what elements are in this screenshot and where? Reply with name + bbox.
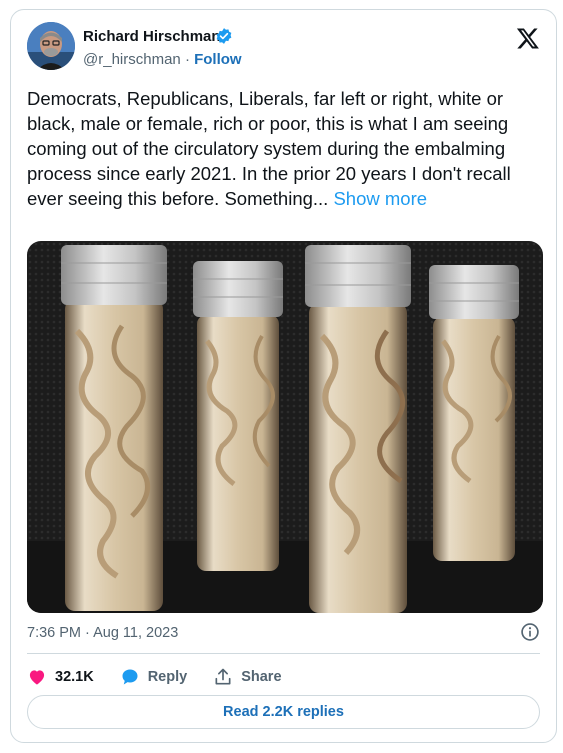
show-more-link[interactable]: Show more	[333, 188, 427, 209]
tweet-timestamp[interactable]: 7:36 PM · Aug 11, 2023	[27, 625, 178, 641]
divider	[27, 653, 540, 654]
tweet-card: Richard Hirschman @r_hirschman · Follow …	[10, 9, 557, 743]
read-replies-button[interactable]: Read 2.2K replies	[27, 695, 540, 729]
reply-label: Reply	[147, 669, 188, 685]
follow-button[interactable]: Follow	[194, 51, 242, 68]
vial-4	[429, 265, 519, 561]
info-icon[interactable]	[520, 622, 540, 642]
reply-bubble-icon	[122, 669, 138, 685]
reply-button[interactable]: Reply	[120, 667, 188, 687]
author-handle-row: @r_hirschman · Follow	[83, 51, 242, 68]
tweet-photo[interactable]	[27, 241, 543, 613]
share-label: Share	[241, 669, 282, 685]
like-button[interactable]: 32.1K	[27, 667, 94, 687]
verified-badge-icon	[216, 28, 232, 44]
separator-dot: ·	[184, 51, 190, 68]
heart-icon	[29, 670, 45, 685]
action-bar: 32.1K Reply Share	[27, 662, 308, 692]
x-logo-icon[interactable]	[516, 26, 540, 50]
vial-3	[305, 245, 411, 613]
tweet-body: Democrats, Republicans, Liberals, far le…	[27, 88, 511, 209]
author-handle[interactable]: @r_hirschman	[83, 51, 181, 68]
vial-1	[61, 245, 167, 611]
share-upload-icon	[215, 668, 231, 685]
vial-2	[193, 261, 283, 571]
like-count: 32.1K	[55, 669, 94, 685]
tweet-text: Democrats, Republicans, Liberals, far le…	[27, 86, 545, 211]
share-button[interactable]: Share	[213, 667, 282, 687]
author-name[interactable]: Richard Hirschman	[83, 28, 221, 45]
avatar[interactable]	[27, 22, 75, 70]
